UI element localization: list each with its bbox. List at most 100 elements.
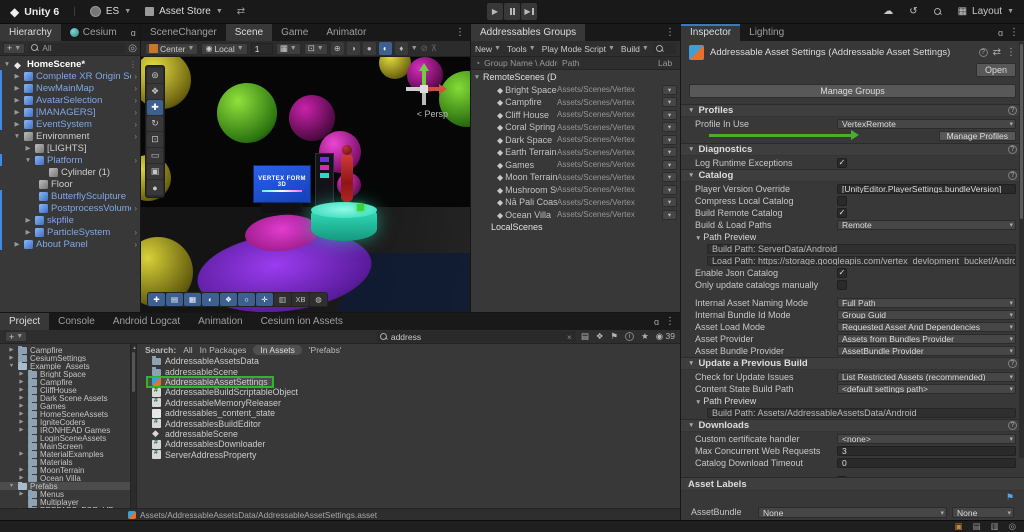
console-log-icon[interactable]: ▤ (973, 521, 981, 532)
field-control[interactable]: Manage Profiles (939, 131, 1016, 141)
search-scope-filter[interactable]: Search: (145, 345, 176, 355)
search-scope-filter[interactable]: In Packages (200, 345, 247, 355)
clear-search-icon[interactable]: × (567, 332, 572, 342)
file-row[interactable]: AddressableBuildScriptableObject (147, 387, 303, 397)
chevron-down-icon[interactable]: ▼ (411, 45, 418, 52)
hierarchy-item[interactable]: Cylinder (1) (0, 166, 140, 178)
file-row[interactable]: AddressablesDownloader (147, 439, 270, 449)
lock-icon[interactable]: ɑ (131, 28, 136, 38)
column-group-name[interactable]: Group Name \ Addressab (484, 58, 558, 68)
addressable-row[interactable]: Dark Space Assets/Scenes/Vertex ▾ (471, 134, 680, 147)
layout-menu[interactable]: ▦ Layout ▼ (958, 6, 1014, 17)
folder-row[interactable]: ▶ Games (0, 402, 130, 410)
foldout-arrow[interactable]: ▼ (8, 363, 15, 369)
item-trailing-icon[interactable]: › (134, 132, 137, 141)
grid-size-field[interactable]: 1 (251, 43, 273, 55)
scrollbar-thumb[interactable] (1020, 44, 1023, 219)
label-tag-icon[interactable]: ⚑ (1006, 492, 1014, 503)
hierarchy-item[interactable]: ▶ [LIGHTS] (0, 142, 140, 154)
overlay-tools-button[interactable]: ✛ (256, 293, 273, 306)
manage-groups-button[interactable]: Manage Groups (689, 84, 1016, 98)
hierarchy-item[interactable]: ▶ [MANAGERS] › (0, 106, 140, 118)
hierarchy-item[interactable]: PostprocessVolume › (0, 202, 140, 214)
field-control[interactable]: List Restricted Assets (recommended) (837, 372, 1016, 382)
foldout-arrow[interactable]: ▶ (18, 451, 25, 457)
folder-row[interactable]: Materials (0, 458, 130, 466)
create-menu-button[interactable]: + ▼ (5, 331, 27, 342)
folder-row[interactable]: ▶ IgniteCoders (0, 418, 130, 426)
foldout-arrow[interactable]: ▶ (13, 96, 21, 104)
labels-dropdown[interactable]: ▾ (662, 160, 677, 170)
y-axis-handle[interactable] (422, 69, 426, 85)
info-icon[interactable]: i (625, 332, 634, 341)
search-scope-filter[interactable]: 'Prefabs' (309, 345, 342, 355)
folder-row[interactable]: Multiplayer (0, 498, 130, 506)
field-control[interactable]: 0 (837, 458, 1016, 468)
help-icon[interactable]: ? (1008, 171, 1017, 180)
panel-tab[interactable]: Hierarchy (0, 24, 61, 41)
help-icon[interactable]: ? (1008, 359, 1017, 368)
file-row[interactable]: addressableScene (147, 366, 243, 376)
play-button[interactable]: ▶ (487, 3, 503, 20)
labels-dropdown[interactable]: ▾ (662, 147, 677, 157)
pause-button[interactable] (504, 3, 520, 20)
overlay-lighting-button[interactable]: ◐ (202, 293, 219, 306)
search-icon[interactable] (934, 8, 942, 16)
help-icon[interactable]: ? (1008, 106, 1017, 115)
panel-tab[interactable]: Game (272, 24, 317, 41)
audio-toggle-button[interactable]: ♦ (395, 42, 408, 55)
scene-fx-toggle-button[interactable]: ◐ (379, 42, 392, 55)
save-search-icon[interactable]: ▤ (581, 331, 589, 342)
hierarchy-item[interactable]: ▶ EventSystem › (0, 118, 140, 130)
foldout-arrow[interactable]: ▶ (18, 387, 25, 393)
field-control[interactable]: Requested Asset And Dependencies (837, 322, 1016, 332)
kebab-menu-icon[interactable]: ⋮ (665, 27, 675, 38)
scroll-up-icon[interactable]: ▲ (132, 345, 137, 351)
field-control[interactable] (837, 280, 847, 290)
field-control[interactable] (837, 158, 847, 168)
account-menu[interactable]: ES ▼ (90, 6, 131, 17)
folder-row[interactable]: MainScreen (0, 442, 130, 450)
folder-row[interactable]: ▶ MoonTerrain (0, 466, 130, 474)
field-control[interactable] (837, 196, 847, 206)
overlay-gizmo-button[interactable]: ❖ (220, 293, 237, 306)
item-trailing-icon[interactable]: › (134, 120, 137, 129)
folder-row[interactable]: ▶ Campfire (0, 346, 130, 354)
panel-tab[interactable]: Scene (226, 24, 272, 41)
hierarchy-search-input[interactable]: All (28, 43, 125, 54)
item-trailing-icon[interactable]: › (134, 156, 137, 165)
folder-row[interactable]: ▶ Bright Space (0, 370, 130, 378)
labels-dropdown[interactable]: ▾ (662, 172, 677, 182)
panel-tab[interactable]: Cesium ion Assets (252, 313, 352, 330)
orientation-gizmo[interactable] (404, 69, 444, 109)
labels-dropdown[interactable]: ▾ (662, 197, 677, 207)
foldout-arrow[interactable]: ▼ (3, 61, 11, 68)
item-trailing-icon[interactable]: › (134, 84, 137, 93)
cloud-icon[interactable]: ☁ (883, 6, 893, 17)
folder-row[interactable]: ▶ Dark Scene Assets (0, 394, 130, 402)
inspector-scrollbar[interactable] (1019, 42, 1024, 458)
folder-row[interactable]: ▶ HomeSceneAssets (0, 410, 130, 418)
field-control[interactable]: <none> (837, 434, 1016, 444)
column-labels[interactable]: Lab (658, 58, 676, 68)
addressable-row[interactable]: Nā Pali Coast Assets/Scenes/Vertex ▾ (471, 196, 680, 209)
field-control[interactable] (837, 476, 847, 478)
camera-disabled-icon[interactable]: ⊘ (421, 43, 428, 54)
panel-tab[interactable]: Cesium (61, 24, 126, 41)
pan-tool-button[interactable]: ❖ (147, 84, 163, 99)
section-header[interactable]: ▼ Diagnostics ? (681, 143, 1024, 156)
addressable-row[interactable]: ▼ RemoteScenes (Default ▾ (471, 71, 680, 84)
item-trailing-icon[interactable]: ⋮ (129, 60, 137, 69)
file-row[interactable]: ServerAddressProperty (147, 450, 261, 460)
field-control[interactable]: Group Guid (837, 310, 1016, 320)
rotate-tool-button[interactable]: ↻ (147, 116, 163, 131)
file-row[interactable]: addressableScene (147, 429, 243, 439)
file-row[interactable]: AddressablesBuildEditor (147, 418, 266, 428)
asset-store-menu[interactable]: Asset Store ▼ (145, 6, 223, 17)
addressable-row[interactable]: Mushroom Swamp Assets/Scenes/Vertex ▾ (471, 184, 680, 197)
x-axis-handle[interactable] (428, 87, 440, 91)
foldout-arrow[interactable]: ▶ (13, 72, 21, 80)
neg-y-axis-handle[interactable] (422, 93, 426, 105)
undo-history-icon[interactable]: ↺ (909, 6, 917, 17)
hierarchy-item[interactable]: ButterflySculpture (0, 190, 140, 202)
